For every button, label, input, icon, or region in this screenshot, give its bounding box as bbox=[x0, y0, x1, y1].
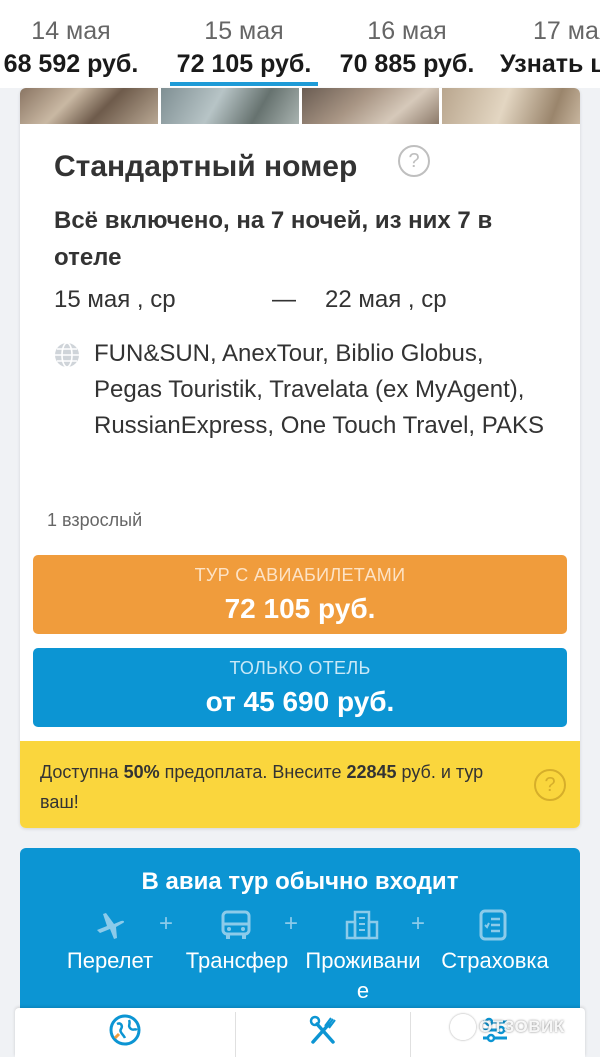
active-underline bbox=[170, 82, 318, 86]
hotel-price: от 45 690 руб. bbox=[205, 686, 395, 717]
date-tab-price: 68 592 руб. bbox=[3, 50, 139, 78]
prepay-amount: 22845 bbox=[346, 762, 397, 782]
date-tab-date: 17 мая bbox=[533, 17, 600, 45]
restaurant-icon bbox=[309, 1015, 336, 1044]
tour-with-flights-button[interactable]: ТУР С АВИАБИЛЕТАМИ 72 105 руб. bbox=[33, 555, 567, 634]
prepay-help-icon[interactable]: ? bbox=[534, 769, 566, 801]
include-label-insurance: Страховка bbox=[441, 948, 549, 973]
prepay-text-part: Доступна bbox=[40, 762, 124, 782]
tour-price: 72 105 руб. bbox=[224, 593, 376, 624]
prepayment-text: Доступна 50% предоплата. Внесите 22845 р… bbox=[40, 757, 525, 817]
date-tab-14[interactable]: 14 мая 68 592 руб. bbox=[0, 0, 156, 88]
date-tab-date: 16 мая bbox=[367, 17, 447, 45]
plus-sign: + bbox=[284, 910, 299, 937]
date-from: 15 мая , ср bbox=[54, 286, 176, 313]
include-label-flight: Перелет bbox=[66, 948, 154, 973]
building-icon bbox=[345, 910, 379, 940]
room-photo[interactable] bbox=[442, 88, 580, 124]
nav-tours[interactable] bbox=[15, 1008, 235, 1057]
room-title: Стандартный номер bbox=[54, 150, 358, 183]
prepay-percent: 50% bbox=[123, 762, 160, 782]
plus-sign: + bbox=[159, 910, 174, 937]
bus-icon bbox=[221, 910, 251, 939]
date-tab-16[interactable]: 16 мая 70 885 руб. bbox=[322, 0, 492, 88]
room-photo[interactable] bbox=[301, 88, 440, 124]
dates-row: 15 мая , ср — 22 мая , ср bbox=[54, 286, 544, 320]
airplane-icon bbox=[97, 913, 125, 939]
room-photo[interactable] bbox=[20, 88, 158, 124]
date-tab-price: Узнать цену bbox=[500, 50, 600, 78]
guests-count: 1 взрослый bbox=[47, 510, 143, 530]
hotel-caption: ТОЛЬКО ОТЕЛЬ bbox=[229, 658, 371, 678]
photo-strip[interactable] bbox=[20, 88, 580, 124]
watermark-text: ОТЗОВИК bbox=[479, 1017, 565, 1036]
includes-title: В авиа тур обычно входит bbox=[141, 868, 459, 895]
prepay-text-part: предоплата. Внесите bbox=[159, 762, 347, 782]
meal-nights-info: Всё включено, на 7 ночей, из них 7 в оте… bbox=[54, 207, 493, 271]
hotel-only-button[interactable]: ТОЛЬКО ОТЕЛЬ от 45 690 руб. bbox=[33, 648, 567, 727]
prepayment-banner: Доступна 50% предоплата. Внесите 22845 р… bbox=[20, 741, 580, 828]
plus-sign: + bbox=[411, 910, 426, 937]
include-label-accommodation: Проживание bbox=[305, 948, 421, 1003]
watermark-logo-icon bbox=[450, 1014, 476, 1040]
room-photo[interactable] bbox=[160, 88, 299, 124]
date-tab-17[interactable]: 17 мая Узнать цену bbox=[496, 0, 600, 88]
date-tab-date: 15 мая bbox=[204, 17, 284, 45]
tour-operators: FUN&SUN, AnexTour, Biblio Globus, Pegas … bbox=[94, 340, 544, 439]
room-card: Стандартный номер ? Всё включено, на 7 н… bbox=[20, 88, 580, 828]
date-tab-date: 14 мая bbox=[31, 17, 111, 45]
date-tab-price: 72 105 руб. bbox=[176, 50, 312, 78]
checklist-icon bbox=[479, 909, 507, 941]
help-icon[interactable]: ? bbox=[398, 145, 430, 177]
date-separator: — bbox=[272, 286, 296, 313]
date-to: 22 мая , ср bbox=[325, 286, 447, 313]
tour-caption: ТУР С АВИАБИЛЕТАМИ bbox=[194, 565, 406, 585]
date-tab-15[interactable]: 15 мая 72 105 руб. bbox=[159, 0, 329, 88]
nav-restaurants[interactable] bbox=[236, 1008, 410, 1057]
include-label-transfer: Трансфер bbox=[185, 948, 289, 973]
watermark: ОТЗОВИК bbox=[450, 1014, 565, 1048]
globe-tours-icon bbox=[109, 1014, 141, 1046]
date-tab-price: 70 885 руб. bbox=[339, 50, 475, 78]
date-tabs: 14 мая 68 592 руб. 15 мая 72 105 руб. 16… bbox=[0, 0, 600, 88]
globe-icon bbox=[55, 342, 79, 368]
